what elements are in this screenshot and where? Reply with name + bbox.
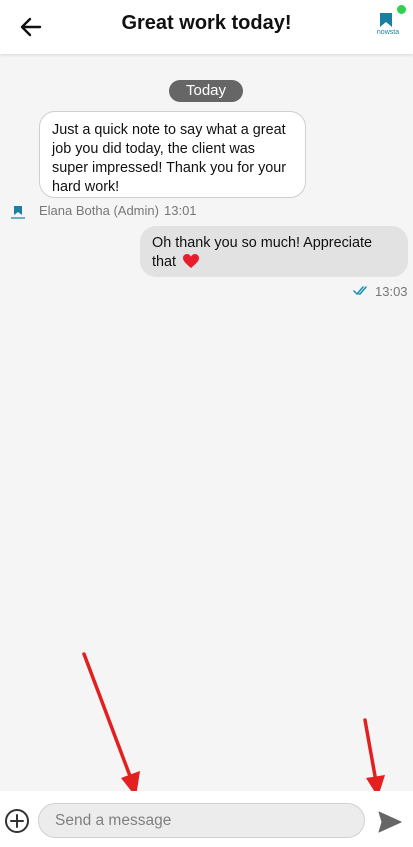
sender-avatar-icon bbox=[11, 206, 25, 219]
outgoing-message-bubble[interactable]: Oh thank you so much! Appreciate that bbox=[140, 226, 408, 277]
online-status-dot bbox=[397, 5, 406, 14]
logo-wordmark: nowsta bbox=[376, 29, 400, 36]
incoming-message-bubble[interactable]: Just a quick note to say what a great jo… bbox=[39, 111, 306, 198]
date-separator: Today bbox=[169, 80, 243, 102]
bookmark-logo-icon bbox=[380, 13, 392, 27]
message-timestamp: 13:03 bbox=[375, 284, 408, 299]
read-receipt-icon bbox=[353, 286, 367, 295]
chat-title: Great work today! bbox=[121, 12, 292, 34]
send-icon[interactable] bbox=[377, 809, 403, 835]
message-sender: Elana Botha (Admin) bbox=[39, 203, 159, 218]
heart-icon bbox=[183, 254, 200, 268]
message-composer bbox=[0, 791, 413, 847]
message-timestamp: 13:01 bbox=[164, 203, 197, 218]
app-header: Great work today! nowsta bbox=[0, 0, 413, 54]
plus-circle-icon[interactable] bbox=[4, 808, 30, 834]
annotation-arrow-input bbox=[82, 652, 140, 797]
annotation-arrow-send bbox=[363, 718, 385, 797]
message-input[interactable] bbox=[38, 803, 365, 838]
company-logo[interactable]: nowsta bbox=[370, 5, 406, 41]
